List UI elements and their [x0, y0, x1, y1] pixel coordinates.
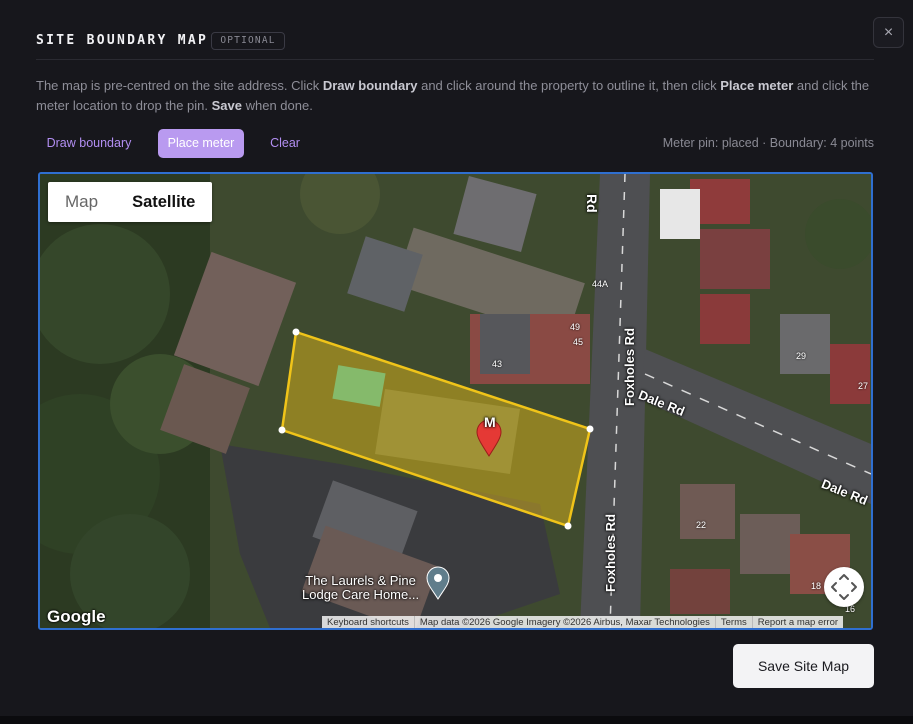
instructions-part: The map is pre-centred on the site addre… [36, 78, 323, 93]
close-icon: × [883, 24, 894, 41]
house-number: 45 [573, 337, 584, 347]
site-boundary-modal: SITE BOUNDARY MAP OPTIONAL × The map is … [0, 0, 913, 716]
recenter-icon [831, 574, 857, 600]
optional-badge: OPTIONAL [211, 32, 285, 50]
place-meter-button[interactable]: Place meter [158, 129, 244, 158]
instructions-part: and click around the property to outline… [417, 78, 721, 93]
map-type-control: Map Satellite [48, 182, 213, 222]
instructions-bold-place: Place meter [720, 78, 794, 93]
instructions-bold-save: Save [211, 98, 242, 113]
bottom-strip [0, 716, 913, 724]
house-number: 29 [796, 351, 807, 361]
terms-link[interactable]: Terms [714, 616, 752, 628]
poi-line: The Laurels & Pine [305, 573, 416, 588]
map-status-text: Meter pin: placed · Boundary: 4 points [662, 136, 874, 150]
close-button[interactable]: × [873, 17, 904, 48]
draw-boundary-button[interactable]: Draw boundary [37, 129, 141, 158]
poi-line: Lodge Care Home... [302, 587, 420, 602]
map-type-map[interactable]: Map [48, 182, 115, 222]
house-number: 27 [858, 381, 869, 391]
clear-button[interactable]: Clear [262, 129, 308, 158]
house-number: 22 [696, 520, 707, 530]
report-map-error-link[interactable]: Report a map error [751, 616, 843, 628]
map-type-satellite[interactable]: Satellite [115, 182, 212, 222]
street-label-foxholes-lower: Foxholes Rd [603, 513, 618, 592]
keyboard-shortcuts-link[interactable]: Keyboard shortcuts [322, 616, 414, 628]
save-site-map-button[interactable]: Save Site Map [733, 644, 874, 688]
house-number: 18 [811, 581, 822, 591]
house-number: 49 [570, 322, 581, 332]
meter-pin-letter: M [484, 414, 496, 430]
map-data-text: Map data ©2026 Google Imagery ©2026 Airb… [413, 616, 715, 628]
street-label-rd: Rd [584, 194, 600, 213]
google-logo: Google [47, 607, 106, 626]
instructions-text: The map is pre-centred on the site addre… [36, 76, 881, 116]
map-imagery [40, 174, 871, 628]
poi-label-care-home: The Laurels & Pine Lodge Care Home... [302, 574, 419, 602]
instructions-part: when done. [241, 98, 313, 113]
street-label-foxholes-upper: Foxholes Rd [622, 327, 637, 406]
house-number: 43 [492, 359, 503, 369]
instructions-bold-draw: Draw boundary [322, 78, 418, 93]
house-number: 44A [592, 279, 609, 289]
satellite-map[interactable]: M Rd Foxholes Rd Foxholes Rd Dale Rd Dal… [38, 172, 873, 630]
map-attribution: Keyboard shortcuts Map data ©2026 Google… [322, 616, 844, 628]
recenter-button[interactable] [824, 567, 864, 607]
header-divider [36, 59, 874, 60]
modal-title: SITE BOUNDARY MAP [36, 33, 209, 48]
